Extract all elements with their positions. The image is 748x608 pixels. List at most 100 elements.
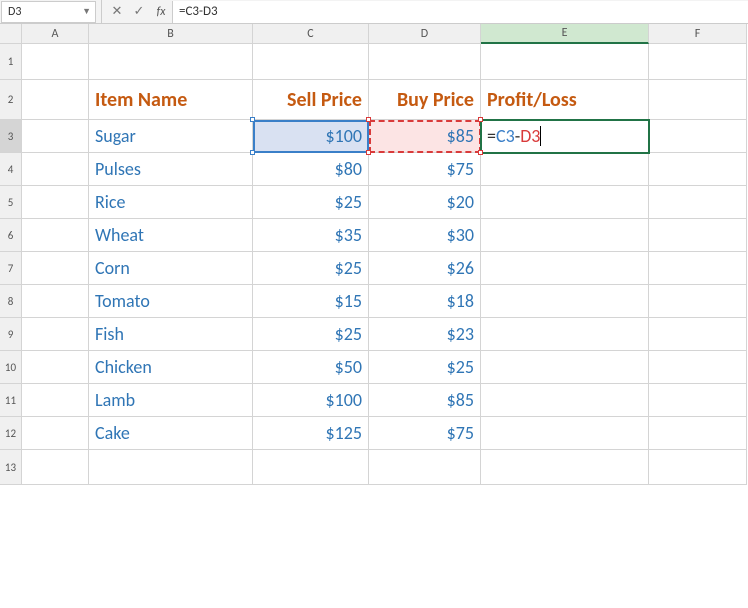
cell-c10[interactable]: $50 [253, 351, 369, 384]
cell-e7[interactable] [481, 252, 649, 285]
cell-f5[interactable] [649, 186, 747, 219]
cell-e3-editing[interactable]: =C3-D3 [481, 120, 649, 153]
ref-handle[interactable] [250, 150, 255, 155]
cell-c1[interactable] [253, 44, 369, 80]
cell-c5[interactable]: $25 [253, 186, 369, 219]
cell-d10[interactable]: $25 [369, 351, 481, 384]
cell-c2[interactable]: Sell Price [253, 80, 369, 120]
fx-icon[interactable]: fx [150, 1, 172, 23]
cell-f6[interactable] [649, 219, 747, 252]
cell-c8[interactable]: $15 [253, 285, 369, 318]
cell-f11[interactable] [649, 384, 747, 417]
cell-c6[interactable]: $35 [253, 219, 369, 252]
cell-f13[interactable] [649, 450, 747, 485]
ref-handle[interactable] [366, 117, 371, 122]
cell-b6[interactable]: Wheat [89, 219, 253, 252]
cell-d12[interactable]: $75 [369, 417, 481, 450]
row-header-13[interactable]: 13 [0, 450, 22, 485]
cancel-icon[interactable]: ✕ [106, 1, 128, 23]
cell-d1[interactable] [369, 44, 481, 80]
cell-d7[interactable]: $26 [369, 252, 481, 285]
cell-a7[interactable] [22, 252, 89, 285]
cell-a4[interactable] [22, 153, 89, 186]
cell-e10[interactable] [481, 351, 649, 384]
row-header-8[interactable]: 8 [0, 285, 22, 318]
col-header-a[interactable]: A [22, 24, 89, 44]
cell-e12[interactable] [481, 417, 649, 450]
cell-b3[interactable]: Sugar [89, 120, 253, 153]
cell-b2[interactable]: Item Name [89, 80, 253, 120]
row-header-11[interactable]: 11 [0, 384, 22, 417]
cell-f1[interactable] [649, 44, 747, 80]
chevron-down-icon[interactable]: ▼ [82, 6, 91, 17]
cell-c4[interactable]: $80 [253, 153, 369, 186]
cell-b10[interactable]: Chicken [89, 351, 253, 384]
row-header-6[interactable]: 6 [0, 219, 22, 252]
cell-c7[interactable]: $25 [253, 252, 369, 285]
cell-a3[interactable] [22, 120, 89, 153]
ref-handle[interactable] [478, 117, 483, 122]
cell-f10[interactable] [649, 351, 747, 384]
cell-a10[interactable] [22, 351, 89, 384]
row-header-4[interactable]: 4 [0, 153, 22, 186]
formula-input[interactable]: =C3-D3 [172, 1, 748, 23]
col-header-e[interactable]: E [481, 24, 649, 44]
cell-e5[interactable] [481, 186, 649, 219]
cell-b8[interactable]: Tomato [89, 285, 253, 318]
cell-e6[interactable] [481, 219, 649, 252]
cell-d4[interactable]: $75 [369, 153, 481, 186]
cell-e2[interactable]: Profit/Loss [481, 80, 649, 120]
row-header-10[interactable]: 10 [0, 351, 22, 384]
name-box[interactable]: D3 ▼ [1, 1, 96, 23]
cell-a6[interactable] [22, 219, 89, 252]
cell-d5[interactable]: $20 [369, 186, 481, 219]
cell-d9[interactable]: $23 [369, 318, 481, 351]
cell-c13[interactable] [253, 450, 369, 485]
cell-f8[interactable] [649, 285, 747, 318]
cell-f4[interactable] [649, 153, 747, 186]
cell-f12[interactable] [649, 417, 747, 450]
cell-b9[interactable]: Fish [89, 318, 253, 351]
cell-e11[interactable] [481, 384, 649, 417]
col-header-d[interactable]: D [369, 24, 481, 44]
cell-b12[interactable]: Cake [89, 417, 253, 450]
cell-f3[interactable] [649, 120, 747, 153]
cell-e8[interactable] [481, 285, 649, 318]
cell-e4[interactable] [481, 153, 649, 186]
cell-b7[interactable]: Corn [89, 252, 253, 285]
cell-e13[interactable] [481, 450, 649, 485]
ref-handle[interactable] [250, 117, 255, 122]
col-header-b[interactable]: B [89, 24, 253, 44]
cell-d2[interactable]: Buy Price [369, 80, 481, 120]
select-all-corner[interactable] [0, 24, 22, 44]
cell-c9[interactable]: $25 [253, 318, 369, 351]
enter-icon[interactable]: ✓ [128, 1, 150, 23]
cell-e1[interactable] [481, 44, 649, 80]
cell-f2[interactable] [649, 80, 747, 120]
cell-f7[interactable] [649, 252, 747, 285]
row-header-5[interactable]: 5 [0, 186, 22, 219]
cell-c3[interactable]: $100 [253, 120, 369, 153]
cell-b11[interactable]: Lamb [89, 384, 253, 417]
cell-a2[interactable] [22, 80, 89, 120]
cell-a1[interactable] [22, 44, 89, 80]
cell-d8[interactable]: $18 [369, 285, 481, 318]
cell-a12[interactable] [22, 417, 89, 450]
col-header-c[interactable]: C [253, 24, 369, 44]
spreadsheet-grid[interactable]: A B C D E F 1 2 Item Name Sell Price Buy… [0, 24, 748, 485]
row-header-12[interactable]: 12 [0, 417, 22, 450]
cell-e9[interactable] [481, 318, 649, 351]
cell-a13[interactable] [22, 450, 89, 485]
cell-b1[interactable] [89, 44, 253, 80]
cell-d6[interactable]: $30 [369, 219, 481, 252]
cell-a5[interactable] [22, 186, 89, 219]
cell-a8[interactable] [22, 285, 89, 318]
cell-a11[interactable] [22, 384, 89, 417]
col-header-f[interactable]: F [649, 24, 747, 44]
cell-d13[interactable] [369, 450, 481, 485]
cell-d3[interactable]: $85 [369, 120, 481, 153]
row-header-7[interactable]: 7 [0, 252, 22, 285]
row-header-3[interactable]: 3 [0, 120, 22, 153]
cell-f9[interactable] [649, 318, 747, 351]
cell-d11[interactable]: $85 [369, 384, 481, 417]
